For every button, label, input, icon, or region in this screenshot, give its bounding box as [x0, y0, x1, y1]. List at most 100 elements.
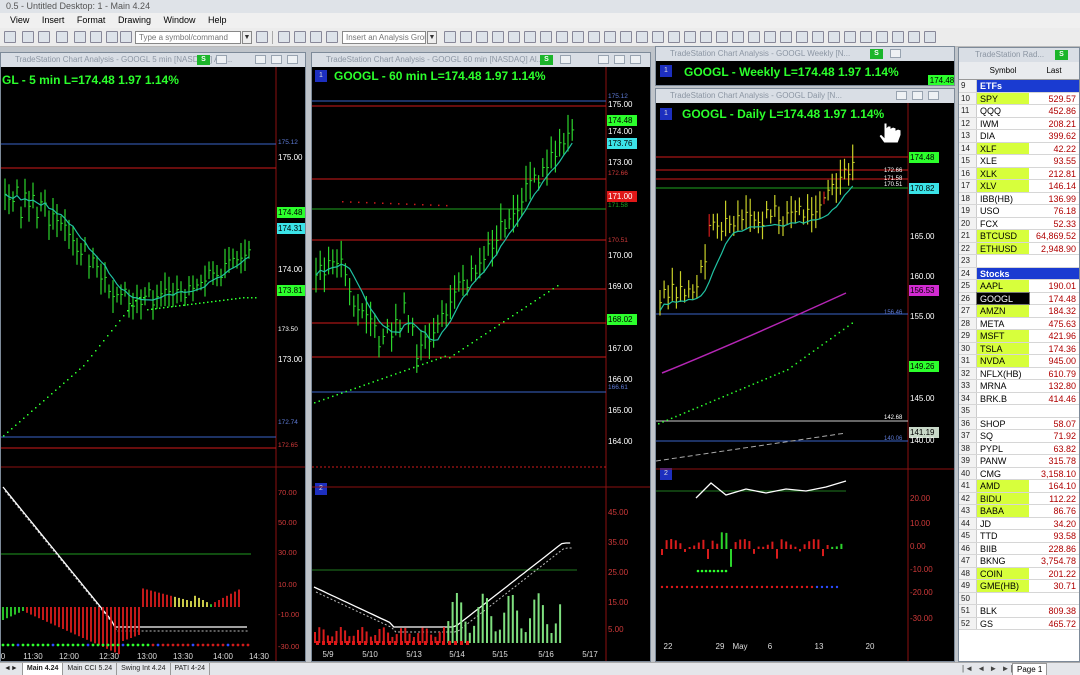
chart-canvas-daily[interactable]: 174.48172.66171.58170.82170.51165.00160.… [656, 103, 955, 662]
table-row[interactable]: 23 [959, 255, 1079, 268]
minimize-icon[interactable] [598, 55, 609, 64]
table-row[interactable]: 50 [959, 592, 1079, 605]
symbol-cell[interactable]: AMZN [977, 305, 1029, 317]
table-row[interactable]: 10 SPY 529.57 [959, 92, 1079, 105]
table-row[interactable]: 15 XLE 93.55 [959, 155, 1079, 168]
menu-drawing[interactable]: Drawing [118, 15, 151, 25]
table-row[interactable]: 37 SQ 71.92 [959, 430, 1079, 443]
table-row[interactable]: 30 TSLA 174.36 [959, 342, 1079, 355]
table-row[interactable]: 42 BIDU 112.22 [959, 492, 1079, 505]
go-icon[interactable] [256, 31, 268, 43]
symbol-cell[interactable]: BIDU [977, 492, 1029, 504]
window-menu-icon[interactable] [216, 55, 227, 64]
symbol-cell[interactable]: SPY [977, 92, 1029, 104]
chart-canvas-5min[interactable]: 175.12 175.00 174.48 174.31 174.00 173.81 173.… [1, 67, 306, 662]
window-menu-icon[interactable] [560, 55, 571, 64]
print-icon[interactable] [56, 31, 68, 43]
table-row[interactable]: 34 BRK.B 414.46 [959, 392, 1079, 405]
table-row[interactable]: 48 COIN 201.22 [959, 567, 1079, 580]
maximize-icon[interactable] [614, 55, 625, 64]
symbol-cell[interactable]: XLE [977, 155, 1029, 167]
quote-icon[interactable] [106, 31, 118, 43]
ruler-icon[interactable] [892, 31, 904, 43]
save-icon[interactable] [38, 31, 50, 43]
layout-icon[interactable] [460, 31, 472, 43]
symbol-cell[interactable]: PYPL [977, 443, 1029, 455]
table-row[interactable]: 40 CMG 3,158.10 [959, 467, 1079, 480]
symbol-cell[interactable]: ETHUSD [977, 242, 1029, 254]
symbol-cell[interactable]: BTCUSD [977, 230, 1029, 242]
table-row[interactable]: 31 NVDA 945.00 [959, 355, 1079, 368]
symbol-input[interactable] [135, 31, 241, 44]
symbol-cell[interactable]: USO [977, 205, 1029, 217]
table-row[interactable]: 14 XLF 42.22 [959, 142, 1079, 155]
s-button[interactable]: S [870, 49, 883, 59]
symbol-cell[interactable]: ETFs [977, 80, 1029, 92]
symbol-cell[interactable]: FCX [977, 218, 1029, 230]
symbol-cell[interactable]: SQ [977, 430, 1029, 442]
symbol-cell[interactable]: GOOGL [976, 291, 1030, 305]
chart-window-daily[interactable]: TradeStation Chart Analysis - GOOGL Dail… [655, 88, 955, 662]
crosshair-icon[interactable] [876, 31, 888, 43]
position-icon[interactable] [604, 31, 616, 43]
ellipse-icon[interactable] [860, 31, 872, 43]
symbol-cell[interactable]: IWM [977, 118, 1029, 130]
table-row[interactable]: 22 ETHUSD 2,948.90 [959, 242, 1079, 255]
table-row[interactable]: 21 BTCUSD 64,869.52 [959, 230, 1079, 243]
table-row[interactable]: 27 AMZN 184.32 [959, 305, 1079, 318]
close-icon[interactable] [630, 55, 641, 64]
pencil-icon[interactable] [732, 31, 744, 43]
minimize-icon[interactable] [255, 55, 266, 64]
analysis-group-input[interactable] [342, 31, 426, 44]
alert-icon[interactable] [572, 31, 584, 43]
s-button[interactable]: S [197, 55, 210, 65]
minimize-icon[interactable] [896, 91, 907, 100]
section-header-row[interactable]: 9 ETFs [959, 80, 1079, 93]
table-row[interactable]: 49 GME(HB) 30.71 [959, 580, 1079, 593]
menu-help[interactable]: Help [208, 15, 227, 25]
link-icon[interactable] [508, 31, 520, 43]
s-button[interactable]: S [540, 55, 553, 65]
account-icon[interactable] [620, 31, 632, 43]
symbol-cell[interactable]: MSFT [977, 330, 1029, 342]
indicator-icon[interactable] [294, 31, 306, 43]
symbol-cell[interactable]: MRNA [977, 380, 1029, 392]
table-row[interactable]: 35 [959, 405, 1079, 418]
table-row[interactable]: 17 XLV 146.14 [959, 180, 1079, 193]
symbol-cell[interactable]: TSLA [977, 342, 1029, 354]
close-icon[interactable] [928, 91, 939, 100]
order-icon[interactable] [588, 31, 600, 43]
menu-view[interactable]: View [10, 15, 29, 25]
portfolio-icon[interactable] [668, 31, 680, 43]
symbol-cell[interactable]: BIIB [977, 543, 1029, 555]
zoom-icon[interactable] [326, 31, 338, 43]
page-tab[interactable]: Page 1 [1012, 663, 1048, 675]
trade-icon[interactable] [636, 31, 648, 43]
menu-window[interactable]: Window [163, 15, 195, 25]
text-icon[interactable] [812, 31, 824, 43]
symbol-cell[interactable]: META [977, 318, 1029, 330]
close-icon[interactable] [287, 55, 298, 64]
chart-window-weekly[interactable]: TradeStation Chart Analysis - GOOGL Week… [655, 46, 955, 86]
table-row[interactable]: 51 BLK 809.38 [959, 605, 1079, 618]
table-row[interactable]: 25 AAPL 190.01 [959, 280, 1079, 293]
news-icon[interactable] [120, 31, 132, 43]
cut-icon[interactable] [716, 31, 728, 43]
symbol-dropdown-icon[interactable]: ▼ [242, 31, 252, 44]
table-row[interactable]: 52 GS 465.72 [959, 617, 1079, 630]
table-row[interactable]: 36 SHOP 58.07 [959, 417, 1079, 430]
scanner-icon[interactable] [556, 31, 568, 43]
table-row[interactable]: 11 QQQ 452.86 [959, 105, 1079, 118]
report-icon[interactable] [684, 31, 696, 43]
table-row[interactable]: 26 GOOGL 174.48 [959, 291, 1079, 305]
menu-insert[interactable]: Insert [42, 15, 65, 25]
table-row[interactable]: 18 IBB(HB) 136.99 [959, 192, 1079, 205]
cursor-icon[interactable] [764, 31, 776, 43]
table-row[interactable]: 44 JD 34.20 [959, 517, 1079, 530]
table-row[interactable]: 12 IWM 208.21 [959, 117, 1079, 130]
trendline-icon[interactable] [780, 31, 792, 43]
symbol-cell[interactable] [977, 255, 1029, 267]
options-icon[interactable] [652, 31, 664, 43]
symbol-cell[interactable]: SHOP [977, 418, 1029, 430]
fib-icon[interactable] [796, 31, 808, 43]
